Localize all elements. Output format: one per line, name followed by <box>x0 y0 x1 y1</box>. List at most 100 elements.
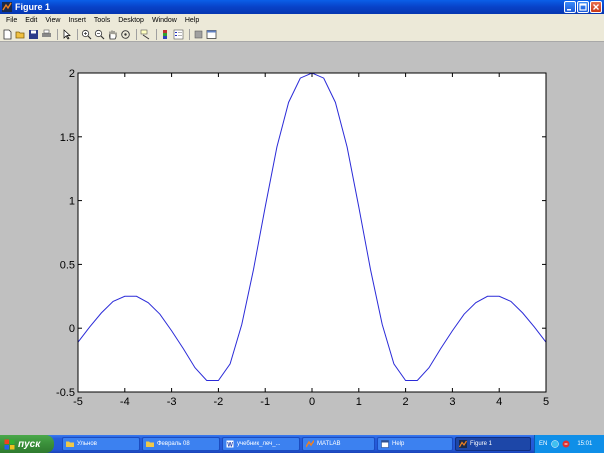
hide-plot-tools-icon <box>194 30 203 38</box>
select-arrow-button[interactable] <box>61 28 72 40</box>
folder-icon <box>146 441 154 447</box>
taskbar-item-label: Ульнов <box>77 441 97 447</box>
minimize-icon <box>567 9 571 11</box>
rotate-3d-button[interactable] <box>120 29 131 40</box>
menu-view[interactable]: View <box>41 14 64 27</box>
toolbar-separator <box>77 28 78 40</box>
zoom-out-button[interactable] <box>94 29 105 40</box>
taskbar-item-label: учебник_леч_... <box>237 441 281 447</box>
open-file-icon <box>15 31 25 38</box>
y-tick-label: 2 <box>69 68 75 80</box>
taskbar-item-label: Figure 1 <box>470 441 493 447</box>
new-figure-icon <box>3 29 12 39</box>
matlab-figure-icon <box>2 2 12 12</box>
start-button[interactable]: пуск <box>0 435 54 453</box>
x-tick-label: -1 <box>260 396 270 408</box>
rotate-3d-icon <box>121 29 130 39</box>
taskbar-item-ulnov[interactable]: Ульнов <box>62 437 140 451</box>
menu-insert[interactable]: Insert <box>64 14 90 27</box>
zoom-out-icon <box>94 29 105 39</box>
menu-desktop[interactable]: Desktop <box>114 14 148 27</box>
x-tick-label: 3 <box>449 396 455 408</box>
colorbar-icon <box>163 29 167 39</box>
x-tick-label: 5 <box>543 396 549 408</box>
x-tick-label: 4 <box>496 396 502 408</box>
figure-toolbar <box>0 27 604 42</box>
figure-canvas[interactable]: -5 -4 -3 -2 -1 0 1 2 3 4 5 -0.5 0 0.5 1 1.5 2 <box>0 43 604 435</box>
x-tick-label: 1 <box>356 396 362 408</box>
zoom-in-icon <box>81 29 92 39</box>
matlab-figure-icon <box>459 440 467 448</box>
y-tick-label: -0.5 <box>56 387 75 399</box>
save-button[interactable] <box>28 29 39 40</box>
toolbar-separator <box>156 28 157 40</box>
menu-tools[interactable]: Tools <box>90 14 114 27</box>
help-window-icon <box>381 440 389 448</box>
new-figure-button[interactable] <box>2 29 13 40</box>
svg-text:W: W <box>227 443 233 448</box>
taskbar-item-label: Февраль 08 <box>157 441 190 447</box>
select-arrow-icon <box>63 28 71 39</box>
axes-background <box>78 73 546 392</box>
y-tick-label: 1 <box>69 196 75 208</box>
taskbar-item-label: Help <box>392 441 405 447</box>
x-tick-label: 2 <box>403 396 409 408</box>
zoom-in-button[interactable] <box>81 29 92 40</box>
y-tick-label: 1.5 <box>60 132 75 144</box>
legend-button[interactable] <box>173 29 184 40</box>
taskbar-item-label: MATLAB <box>317 441 341 447</box>
taskbar-item-figure-1[interactable]: Figure 1 <box>455 437 531 451</box>
windows-logo-icon <box>4 439 15 449</box>
x-tick-label: -4 <box>120 396 130 408</box>
menu-file[interactable]: File <box>2 14 21 27</box>
show-plot-tools-icon <box>206 29 217 39</box>
volume-icon[interactable] <box>562 440 570 448</box>
taskbar-item-fevral[interactable]: Февраль 08 <box>142 437 220 451</box>
taskbar-item-uchebnik[interactable]: W учебник_леч_... <box>222 437 300 451</box>
print-button[interactable] <box>41 29 52 40</box>
data-cursor-button[interactable] <box>140 29 151 40</box>
toolbar-separator <box>189 28 190 40</box>
maximize-icon <box>579 3 587 11</box>
save-icon <box>29 29 38 39</box>
word-document-icon: W <box>226 440 234 448</box>
toolbar-separator <box>57 28 58 40</box>
menu-help[interactable]: Help <box>181 14 203 27</box>
toolbar-separator <box>136 28 137 40</box>
x-tick-label: -2 <box>214 396 224 408</box>
y-tick-label: 0.5 <box>60 259 75 271</box>
print-icon <box>42 29 51 37</box>
x-tick-label: -3 <box>167 396 177 408</box>
maximize-button[interactable] <box>577 1 589 13</box>
close-button[interactable] <box>590 1 602 13</box>
menu-window[interactable]: Window <box>148 14 181 27</box>
close-icon <box>593 4 599 10</box>
menu-edit[interactable]: Edit <box>21 14 41 27</box>
hide-plot-tools-button[interactable] <box>193 29 204 40</box>
pan-hand-icon <box>109 30 117 39</box>
taskbar-item-help[interactable]: Help <box>377 437 453 451</box>
pan-button[interactable] <box>107 29 118 40</box>
network-icon[interactable] <box>551 440 560 448</box>
tray-clock[interactable]: 15:01 <box>577 441 592 447</box>
data-cursor-icon <box>140 29 150 39</box>
system-tray: EN 15:01 <box>534 435 604 453</box>
folder-icon <box>66 441 74 447</box>
x-tick-label: 0 <box>309 396 315 408</box>
window-title: Figure 1 <box>15 2 51 12</box>
legend-icon <box>173 29 184 39</box>
window-titlebar[interactable]: Figure 1 <box>0 0 604 14</box>
windows-taskbar: пуск Ульнов Февраль 08 W учебник_леч_...… <box>0 435 604 453</box>
menu-bar: File Edit View Insert Tools Desktop Wind… <box>0 14 604 27</box>
show-plot-tools-button[interactable] <box>206 29 217 40</box>
start-label: пуск <box>18 438 41 450</box>
minimize-button[interactable] <box>564 1 576 13</box>
plot-axes[interactable]: -5 -4 -3 -2 -1 0 1 2 3 4 5-0.500.511.52 <box>0 43 604 435</box>
language-indicator[interactable]: EN <box>539 441 547 447</box>
colorbar-button[interactable] <box>160 29 171 40</box>
window-controls <box>564 1 602 13</box>
taskbar-item-matlab[interactable]: MATLAB <box>302 437 375 451</box>
open-file-button[interactable] <box>15 29 26 40</box>
matlab-icon <box>306 440 314 448</box>
y-tick-label: 0 <box>69 323 75 335</box>
